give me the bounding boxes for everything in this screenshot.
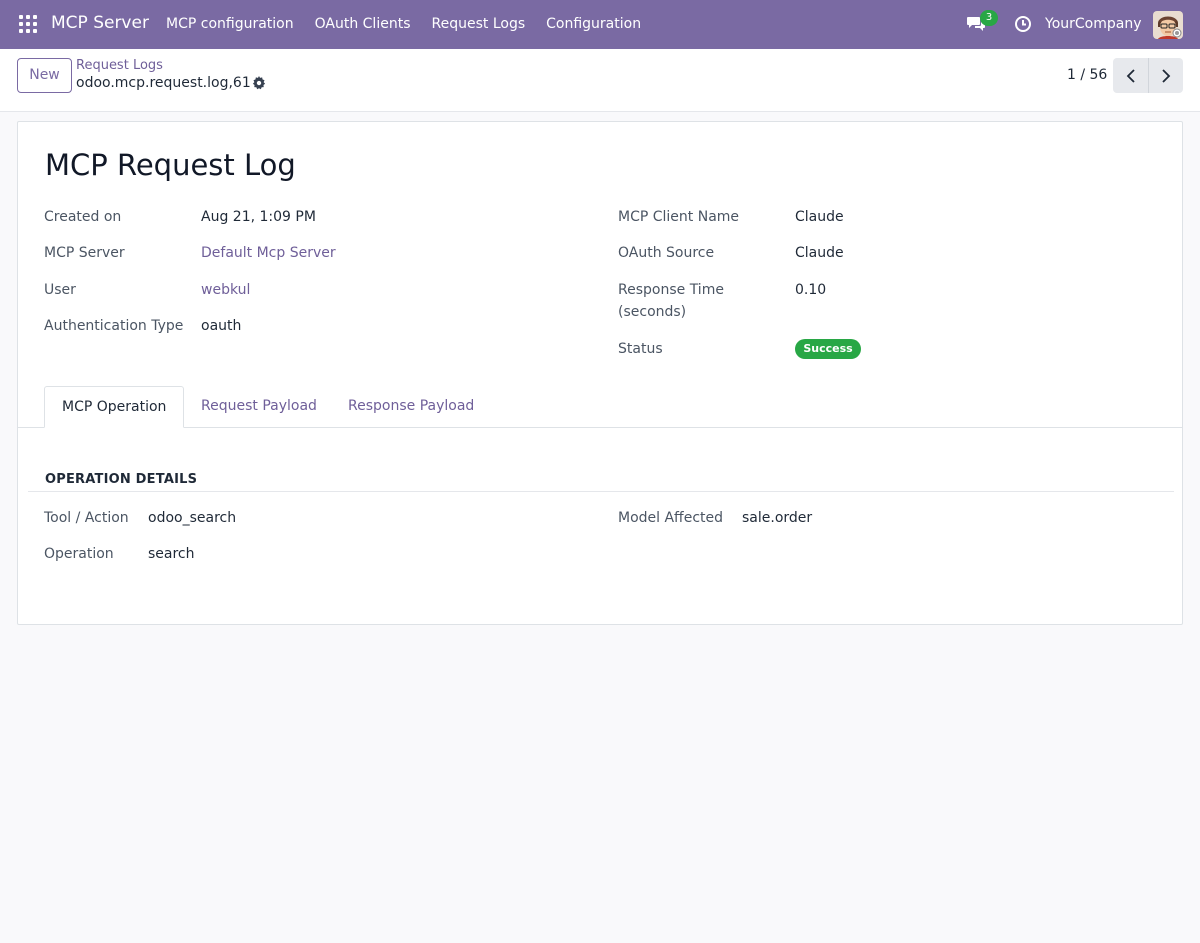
form-sheet: MCP Request Log Created on Aug 21, 1:09 …: [17, 121, 1183, 625]
status-badge: Success: [795, 339, 861, 359]
pager-value[interactable]: 1 / 56: [1067, 67, 1107, 83]
menu-oauth-clients[interactable]: OAuth Clients: [315, 16, 411, 32]
client-name-value: Claude: [795, 209, 844, 225]
tool-action-label: Tool / Action: [44, 510, 129, 526]
pager-previous-button[interactable]: [1113, 58, 1148, 93]
top-navbar: MCP Server MCP configuration OAuth Clien…: [0, 0, 1200, 49]
tab-mcp-operation[interactable]: MCP Operation: [44, 386, 185, 428]
main-menu: MCP configuration OAuth Clients Request …: [166, 16, 662, 32]
clock-icon[interactable]: [1014, 15, 1032, 33]
record-title: MCP Request Log: [45, 148, 296, 182]
operation-details-heading: OPERATION DETAILS: [45, 472, 198, 487]
mcp-server-label: MCP Server: [44, 245, 125, 261]
mcp-server-link[interactable]: Default Mcp Server: [201, 245, 336, 261]
tab-request-payload[interactable]: Request Payload: [184, 386, 334, 428]
operation-label: Operation: [44, 546, 114, 562]
pager-next-button[interactable]: [1148, 58, 1183, 93]
created-on-label: Created on: [44, 209, 122, 225]
auth-type-label: Authentication Type: [44, 318, 184, 334]
breadcrumb-current: odoo.mcp.request.log,61: [76, 75, 251, 91]
company-switcher[interactable]: YourCompany: [1045, 16, 1142, 32]
chevron-right-icon: [1162, 68, 1171, 83]
client-name-label: MCP Client Name: [618, 209, 740, 225]
tool-action-value: odoo_search: [148, 510, 237, 526]
model-affected-label: Model Affected: [618, 510, 724, 526]
app-brand[interactable]: MCP Server: [51, 13, 149, 33]
user-label: User: [44, 282, 76, 298]
chevron-left-icon: [1126, 68, 1135, 83]
user-link[interactable]: webkul: [201, 282, 250, 298]
menu-request-logs[interactable]: Request Logs: [432, 16, 526, 32]
tab-response-payload[interactable]: Response Payload: [331, 386, 491, 428]
chat-count-badge: 3: [980, 10, 998, 26]
new-button[interactable]: New: [17, 58, 72, 93]
gear-icon[interactable]: [252, 76, 266, 90]
apps-grid-icon[interactable]: [19, 15, 37, 33]
status-label: Status: [618, 341, 663, 357]
control-panel: New Request Logs odoo.mcp.request.log,61…: [0, 49, 1200, 112]
section-divider: [28, 491, 1174, 492]
operation-value: search: [148, 546, 195, 562]
response-time-value: 0.10: [795, 282, 827, 298]
model-affected-value: sale.order: [742, 510, 813, 526]
oauth-source-value: Claude: [795, 245, 844, 261]
breadcrumb-parent-link[interactable]: Request Logs: [76, 58, 163, 73]
response-time-label-line1: Response Time: [618, 282, 724, 298]
menu-configuration[interactable]: Configuration: [546, 16, 641, 32]
user-avatar[interactable]: [1153, 11, 1183, 39]
created-on-value: Aug 21, 1:09 PM: [201, 209, 316, 225]
oauth-source-label: OAuth Source: [618, 245, 715, 261]
response-time-label-line2: (seconds): [618, 304, 687, 320]
menu-mcp-configuration[interactable]: MCP configuration: [166, 16, 294, 32]
auth-type-value: oauth: [201, 318, 242, 334]
